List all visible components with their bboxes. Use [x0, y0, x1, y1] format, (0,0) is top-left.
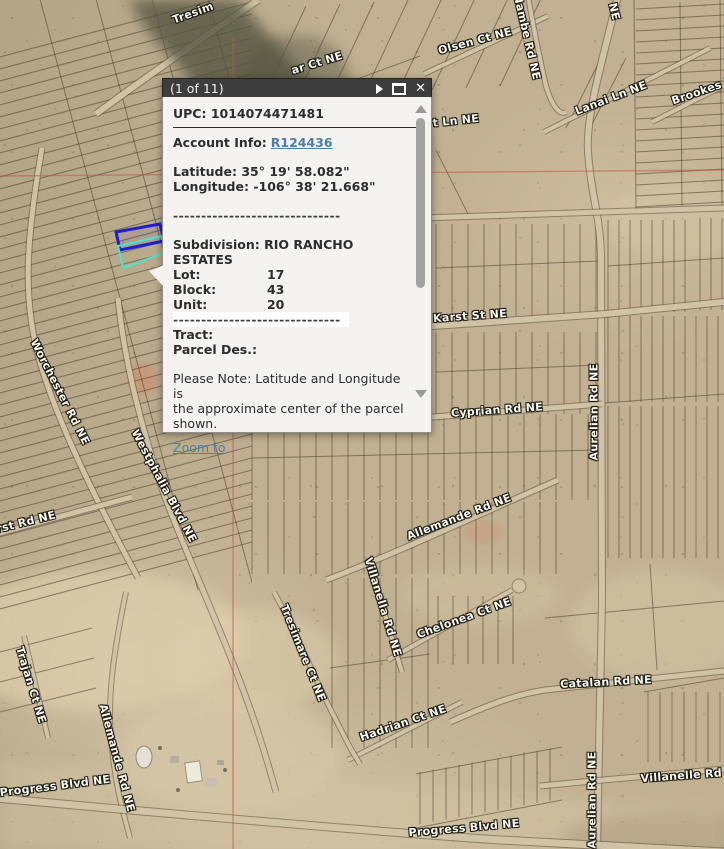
block-row: Block: 43: [173, 282, 405, 297]
lot-row: Lot: 17: [173, 267, 405, 282]
latitude-label: Latitude:: [173, 164, 237, 179]
account-row: Account Info: R124436: [173, 135, 405, 150]
map-viewport[interactable]: Tresimar Ct NEOlsen Ct NENambe Rd NELana…: [0, 0, 724, 849]
subdivision-label: Subdivision:: [173, 237, 260, 252]
tract-label: Tract:: [173, 327, 213, 342]
divider-line: [173, 127, 417, 128]
block-value: 43: [267, 282, 284, 297]
note-line: the approximate center of the parcel: [173, 401, 405, 416]
latitude-value: 35° 19' 58.082": [241, 164, 349, 179]
lot-value: 17: [267, 267, 284, 282]
scrollbar-thumb[interactable]: [416, 118, 425, 288]
close-icon[interactable]: ✕: [415, 82, 426, 95]
separator: ------------------------------: [173, 312, 349, 327]
unit-label: Unit:: [173, 297, 263, 312]
note-line: shown.: [173, 416, 405, 431]
parcel-des-label: Parcel Des.:: [173, 342, 257, 357]
note-line: Please Note: Latitude and Longitude is: [173, 371, 405, 401]
longitude-label: Longitude:: [173, 179, 249, 194]
popup-scrollbar: [414, 103, 427, 425]
separator: ------------------------------: [173, 208, 405, 223]
next-result-icon[interactable]: [376, 84, 383, 94]
popup-counter: (1 of 11): [170, 81, 224, 96]
upc-label: UPC:: [173, 106, 206, 121]
popup-header[interactable]: (1 of 11) ✕: [162, 78, 432, 97]
parcel-highlights: [116, 224, 166, 268]
upc-value: 1014074471481: [211, 106, 324, 121]
zoom-to-link[interactable]: Zoom to: [173, 440, 226, 455]
subdivision-row: Subdivision: RIO RANCHO ESTATES: [173, 237, 405, 267]
popup-callout-pointer: [149, 265, 164, 287]
tract-row: Tract:: [173, 327, 405, 342]
block-label: Block:: [173, 282, 263, 297]
note-text: Please Note: Latitude and Longitude is t…: [173, 371, 405, 431]
account-link[interactable]: R124436: [271, 135, 333, 150]
longitude-row: Longitude: -106° 38' 21.668": [173, 179, 405, 194]
latitude-row: Latitude: 35° 19' 58.082": [173, 164, 405, 179]
account-label: Account Info:: [173, 135, 267, 150]
unit-row: Unit: 20: [173, 297, 405, 312]
parcel-info-popup: (1 of 11) ✕ UPC: 1014074471481 Account I…: [162, 78, 432, 433]
maximize-icon[interactable]: [392, 83, 406, 95]
scroll-up-icon[interactable]: [415, 105, 427, 113]
unit-value: 20: [267, 297, 284, 312]
popup-body: UPC: 1014074471481 Account Info: R124436…: [162, 97, 432, 433]
longitude-value: -106° 38' 21.668": [253, 179, 375, 194]
upc-row: UPC: 1014074471481: [173, 106, 405, 121]
parcel-des-row: Parcel Des.:: [173, 342, 405, 357]
lot-label: Lot:: [173, 267, 263, 282]
scroll-down-icon[interactable]: [415, 390, 427, 398]
